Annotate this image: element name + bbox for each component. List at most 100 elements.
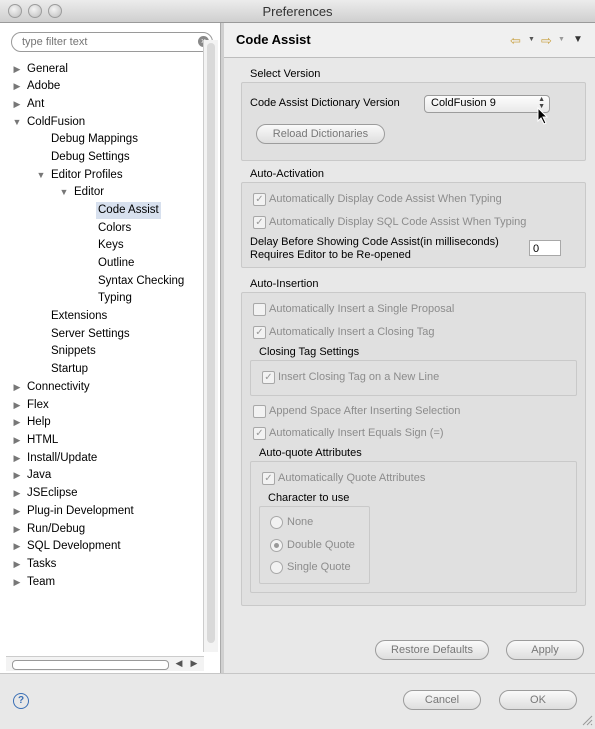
help-icon[interactable]: ? [13,693,29,709]
resize-grip-icon[interactable] [581,714,593,726]
radio-double-quote[interactable] [270,539,283,552]
display-sql-assist-checkbox[interactable]: ✓ [253,216,266,229]
expand-triangle-icon[interactable]: ▶ [12,78,22,95]
collapse-triangle-icon[interactable]: ▼ [59,184,69,201]
expand-triangle-icon[interactable]: ▶ [12,485,22,502]
delay-input[interactable]: 0 [529,240,561,256]
expand-triangle-icon[interactable]: ▶ [12,96,22,113]
radio-single-quote[interactable] [270,561,283,574]
forward-arrow-icon[interactable]: ⇨ [541,33,552,49]
tree-item-syntax-checking[interactable]: Syntax Checking [98,273,184,290]
tree-item-editor[interactable]: Editor [74,184,104,201]
tree-item-jseclipse[interactable]: JSEclipse [27,485,78,502]
single-proposal-checkbox[interactable] [253,303,266,316]
radio-single-quote-label: Single Quote [287,561,351,573]
restore-defaults-button[interactable]: Restore Defaults [375,640,489,660]
expand-triangle-icon[interactable]: ▶ [12,556,22,573]
tree-item-colors[interactable]: Colors [98,220,131,237]
dictionary-version-select[interactable]: ColdFusion 9 ▲ ▼ [424,95,550,113]
back-menu-icon[interactable]: ▼ [528,36,535,43]
display-code-assist-checkbox[interactable]: ✓ [253,193,266,206]
tree-item-ant[interactable]: Ant [27,96,44,113]
expand-triangle-icon[interactable]: ▶ [12,432,22,449]
collapse-triangle-icon[interactable]: ▼ [36,167,46,184]
tree-item-adobe[interactable]: Adobe [27,78,60,95]
tree-item-help[interactable]: Help [27,414,51,431]
expand-triangle-icon[interactable]: ▶ [12,574,22,591]
expand-triangle-icon[interactable]: ▶ [12,503,22,520]
tree-item-team[interactable]: Team [27,574,55,591]
expand-triangle-icon[interactable]: ▶ [12,397,22,414]
auto-quote-heading: Auto-quote Attributes [259,447,362,459]
auto-quote-checkbox[interactable]: ✓ [262,472,275,485]
auto-activation-heading: Auto-Activation [250,168,324,180]
title-bar: Preferences [0,0,595,23]
tree-item-editor-profiles[interactable]: Editor Profiles [51,167,123,184]
expand-triangle-icon[interactable]: ▶ [12,450,22,467]
auto-insertion-heading: Auto-Insertion [250,278,319,290]
tree-item-coldfusion[interactable]: ColdFusion [27,114,85,131]
tree-item-html[interactable]: HTML [27,432,58,449]
expand-triangle-icon[interactable]: ▶ [12,521,22,538]
tree-item-typing[interactable]: Typing [98,290,132,307]
tree-item-java[interactable]: Java [27,467,51,484]
reload-dictionaries-button[interactable]: Reload Dictionaries [256,124,385,144]
tree-vertical-scrollbar[interactable] [203,40,218,652]
scroll-right-icon[interactable]: ▶ [187,656,201,670]
tree-item-run-debug[interactable]: Run/Debug [27,521,85,538]
tree-item-code-assist[interactable]: Code Assist [96,202,161,219]
closing-tag-checkbox[interactable]: ✓ [253,326,266,339]
tree-item-install-update[interactable]: Install/Update [27,450,97,467]
tree-item-keys[interactable]: Keys [98,237,124,254]
forward-menu-icon[interactable]: ▼ [558,36,565,43]
expand-triangle-icon[interactable]: ▶ [12,61,22,78]
tree-item-server-settings[interactable]: Server Settings [51,326,130,343]
cancel-button[interactable]: Cancel [403,690,481,710]
tree-item-tasks[interactable]: Tasks [27,556,56,573]
closing-tag-settings-heading: Closing Tag Settings [259,346,360,358]
append-space-checkbox[interactable] [253,405,266,418]
filter-field[interactable]: × [11,32,213,52]
radio-double-quote-label: Double Quote [287,539,355,551]
tree-item-flex[interactable]: Flex [27,397,49,414]
select-version-heading: Select Version [250,68,321,80]
single-proposal-label: Automatically Insert a Single Proposal [269,303,455,315]
expand-triangle-icon[interactable]: ▶ [12,379,22,396]
tree-item-connectivity[interactable]: Connectivity [27,379,90,396]
tree-item-general[interactable]: General [27,61,68,78]
tree-item-debug-mappings[interactable]: Debug Mappings [51,131,138,148]
equals-sign-label: Automatically Insert Equals Sign (=) [269,427,444,439]
display-sql-assist-label: Automatically Display SQL Code Assist Wh… [269,216,527,228]
tree-item-startup[interactable]: Startup [51,361,88,378]
view-menu-icon[interactable]: ▼ [573,34,583,45]
mouse-cursor-icon [537,107,549,125]
scroll-left-icon[interactable]: ◀ [172,656,186,670]
expand-triangle-icon[interactable]: ▶ [12,414,22,431]
equals-sign-checkbox[interactable]: ✓ [253,427,266,440]
apply-button[interactable]: Apply [506,640,584,660]
tree-item-debug-settings[interactable]: Debug Settings [51,149,130,166]
closing-tag-new-line-label: Insert Closing Tag on a New Line [278,371,440,383]
dictionary-version-value: ColdFusion 9 [431,97,496,109]
back-arrow-icon[interactable]: ⇦ [510,33,521,49]
expand-triangle-icon[interactable]: ▶ [12,538,22,555]
tree-item-extensions[interactable]: Extensions [51,308,107,325]
page-title: Code Assist [236,32,311,47]
expand-triangle-icon[interactable]: ▶ [12,467,22,484]
scroll-thumb[interactable] [12,660,169,670]
closing-tag-new-line-checkbox[interactable]: ✓ [262,371,275,384]
append-space-label: Append Space After Inserting Selection [269,405,461,417]
tree-item-plug-in-development[interactable]: Plug-in Development [27,503,134,520]
select-version-group [241,82,586,161]
dictionary-version-label: Code Assist Dictionary Version [250,97,400,109]
window-title: Preferences [262,4,333,19]
delay-note: Requires Editor to be Re-opened [250,249,411,261]
filter-input[interactable] [22,34,187,49]
radio-none[interactable] [270,516,283,529]
tree-item-snippets[interactable]: Snippets [51,343,96,360]
ok-button[interactable]: OK [499,690,577,710]
collapse-triangle-icon[interactable]: ▼ [12,114,22,131]
tree-item-sql-development[interactable]: SQL Development [27,538,121,555]
tree-item-outline[interactable]: Outline [98,255,134,272]
scroll-thumb[interactable] [207,43,215,643]
